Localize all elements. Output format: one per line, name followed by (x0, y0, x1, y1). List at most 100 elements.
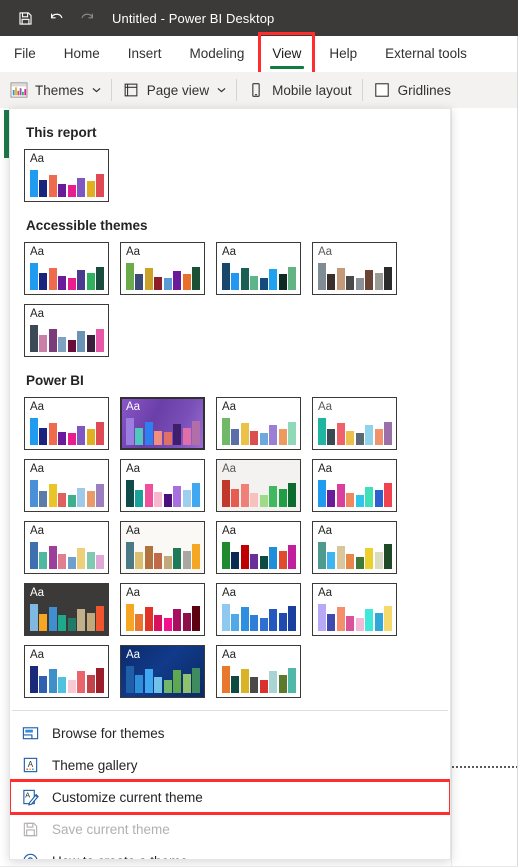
theme-tile[interactable]: Aa (120, 397, 205, 450)
theme-color-swatch (86, 613, 95, 631)
redo-icon[interactable] (74, 5, 100, 31)
menu-item-customize-current-theme[interactable]: A Customize current theme (10, 779, 450, 815)
command-page-view[interactable]: Page view (112, 72, 236, 108)
theme-color-swatch (86, 335, 95, 352)
theme-tile[interactable]: Aa (312, 521, 397, 574)
theme-tile[interactable]: Aa (312, 242, 397, 295)
theme-color-swatch (67, 495, 76, 507)
theme-color-swatch (269, 485, 278, 507)
theme-tile[interactable]: Aa (24, 149, 109, 202)
command-gridlines[interactable]: Gridlines (363, 72, 461, 108)
theme-tile-grid: Aa Aa Aa Aa Aa (24, 242, 436, 357)
theme-tile[interactable]: Aa (120, 242, 205, 295)
undo-icon[interactable] (44, 5, 70, 31)
theme-tile[interactable]: Aa (216, 459, 301, 512)
theme-color-swatch (259, 618, 268, 631)
command-label: Themes (35, 82, 84, 98)
theme-color-swatch (346, 553, 355, 569)
theme-tile-aa-sample: Aa (126, 401, 141, 413)
theme-tile-aa-sample: Aa (30, 587, 45, 599)
theme-color-swatch (173, 486, 182, 507)
theme-tile[interactable]: Aa (216, 242, 301, 295)
theme-color-swatch (86, 490, 95, 507)
theme-color-swatch (288, 483, 296, 507)
ribbon-tab-label: View (272, 46, 302, 61)
theme-color-swatch (67, 339, 76, 352)
theme-color-swatch (318, 604, 326, 631)
theme-tile[interactable]: Aa (312, 583, 397, 636)
theme-color-swatch (48, 267, 57, 290)
theme-color-swatch (365, 487, 374, 507)
command-label: Mobile layout (272, 82, 352, 98)
theme-tile[interactable]: Aa (24, 583, 109, 636)
theme-tile[interactable]: Aa (120, 645, 205, 698)
ribbon-tab-modeling[interactable]: Modeling (176, 36, 259, 72)
theme-color-swatch (182, 273, 191, 290)
command-themes[interactable]: Themes (0, 72, 111, 108)
help-question-icon (20, 851, 40, 859)
theme-tile-color-bars (126, 418, 200, 445)
theme-color-swatch (222, 542, 230, 569)
theme-color-swatch (318, 418, 326, 445)
ribbon-tab-file[interactable]: File (0, 36, 50, 72)
ribbon-tab-view[interactable]: View (258, 31, 316, 76)
theme-color-swatch (355, 495, 364, 507)
save-icon[interactable] (12, 5, 38, 31)
theme-color-swatch (278, 273, 287, 290)
theme-tile[interactable]: Aa (120, 583, 205, 636)
menu-item-theme-gallery[interactable]: A Theme gallery (12, 749, 448, 781)
gridlines-checkbox-icon (373, 81, 391, 99)
theme-tile-color-bars (318, 263, 392, 290)
svg-text:A: A (27, 760, 33, 769)
theme-color-swatch (173, 270, 182, 290)
chevron-down-icon[interactable] (217, 85, 226, 95)
theme-color-swatch (77, 671, 86, 693)
customize-pen-icon: A (20, 787, 40, 807)
menu-item-label: Customize current theme (52, 789, 203, 805)
theme-tile-color-bars (222, 418, 296, 445)
chevron-down-icon[interactable] (92, 85, 101, 95)
menu-item-label: How to create a theme (52, 854, 188, 860)
theme-color-swatch (346, 615, 355, 631)
theme-color-swatch (288, 668, 296, 693)
theme-color-swatch (192, 421, 200, 445)
theme-color-swatch (163, 618, 172, 631)
menu-divider (12, 710, 448, 711)
theme-color-swatch (336, 267, 345, 290)
theme-tile[interactable]: Aa (216, 645, 301, 698)
theme-tile[interactable]: Aa (120, 459, 205, 512)
theme-tile[interactable]: Aa (312, 397, 397, 450)
theme-color-swatch (144, 484, 153, 507)
theme-color-swatch (126, 263, 134, 290)
theme-color-swatch (327, 273, 336, 290)
theme-tile[interactable]: Aa (24, 645, 109, 698)
save-theme-icon (20, 819, 40, 839)
theme-color-swatch (154, 676, 163, 693)
theme-color-swatch (355, 433, 364, 445)
theme-tile[interactable]: Aa (120, 521, 205, 574)
ribbon-tab-help[interactable]: Help (315, 36, 371, 72)
menu-item-how-to-create-a-theme[interactable]: How to create a theme (12, 845, 448, 860)
theme-color-swatch (67, 277, 76, 290)
ribbon-tab-home[interactable]: Home (50, 36, 114, 72)
theme-tile[interactable]: Aa (312, 459, 397, 512)
theme-tile-color-bars (126, 604, 200, 631)
theme-tile[interactable]: Aa (24, 242, 109, 295)
ribbon-tab-external-tools[interactable]: External tools (371, 36, 481, 72)
theme-tile[interactable]: Aa (24, 304, 109, 357)
theme-tile[interactable]: Aa (216, 583, 301, 636)
theme-tile[interactable]: Aa (216, 397, 301, 450)
theme-tile[interactable]: Aa (24, 397, 109, 450)
theme-tile-color-bars (318, 604, 392, 631)
theme-tile[interactable]: Aa (216, 521, 301, 574)
theme-color-swatch (39, 490, 48, 507)
theme-tile[interactable]: Aa (24, 459, 109, 512)
menu-item-browse-for-themes[interactable]: Browse for themes (12, 717, 448, 749)
command-label: Gridlines (397, 82, 451, 98)
ribbon-tab-insert[interactable]: Insert (114, 36, 176, 72)
theme-color-swatch (374, 273, 383, 290)
theme-tile-color-bars (30, 480, 104, 507)
theme-color-swatch (240, 669, 249, 693)
theme-tile[interactable]: Aa (24, 521, 109, 574)
command-mobile-layout[interactable]: Mobile layout (237, 72, 362, 108)
